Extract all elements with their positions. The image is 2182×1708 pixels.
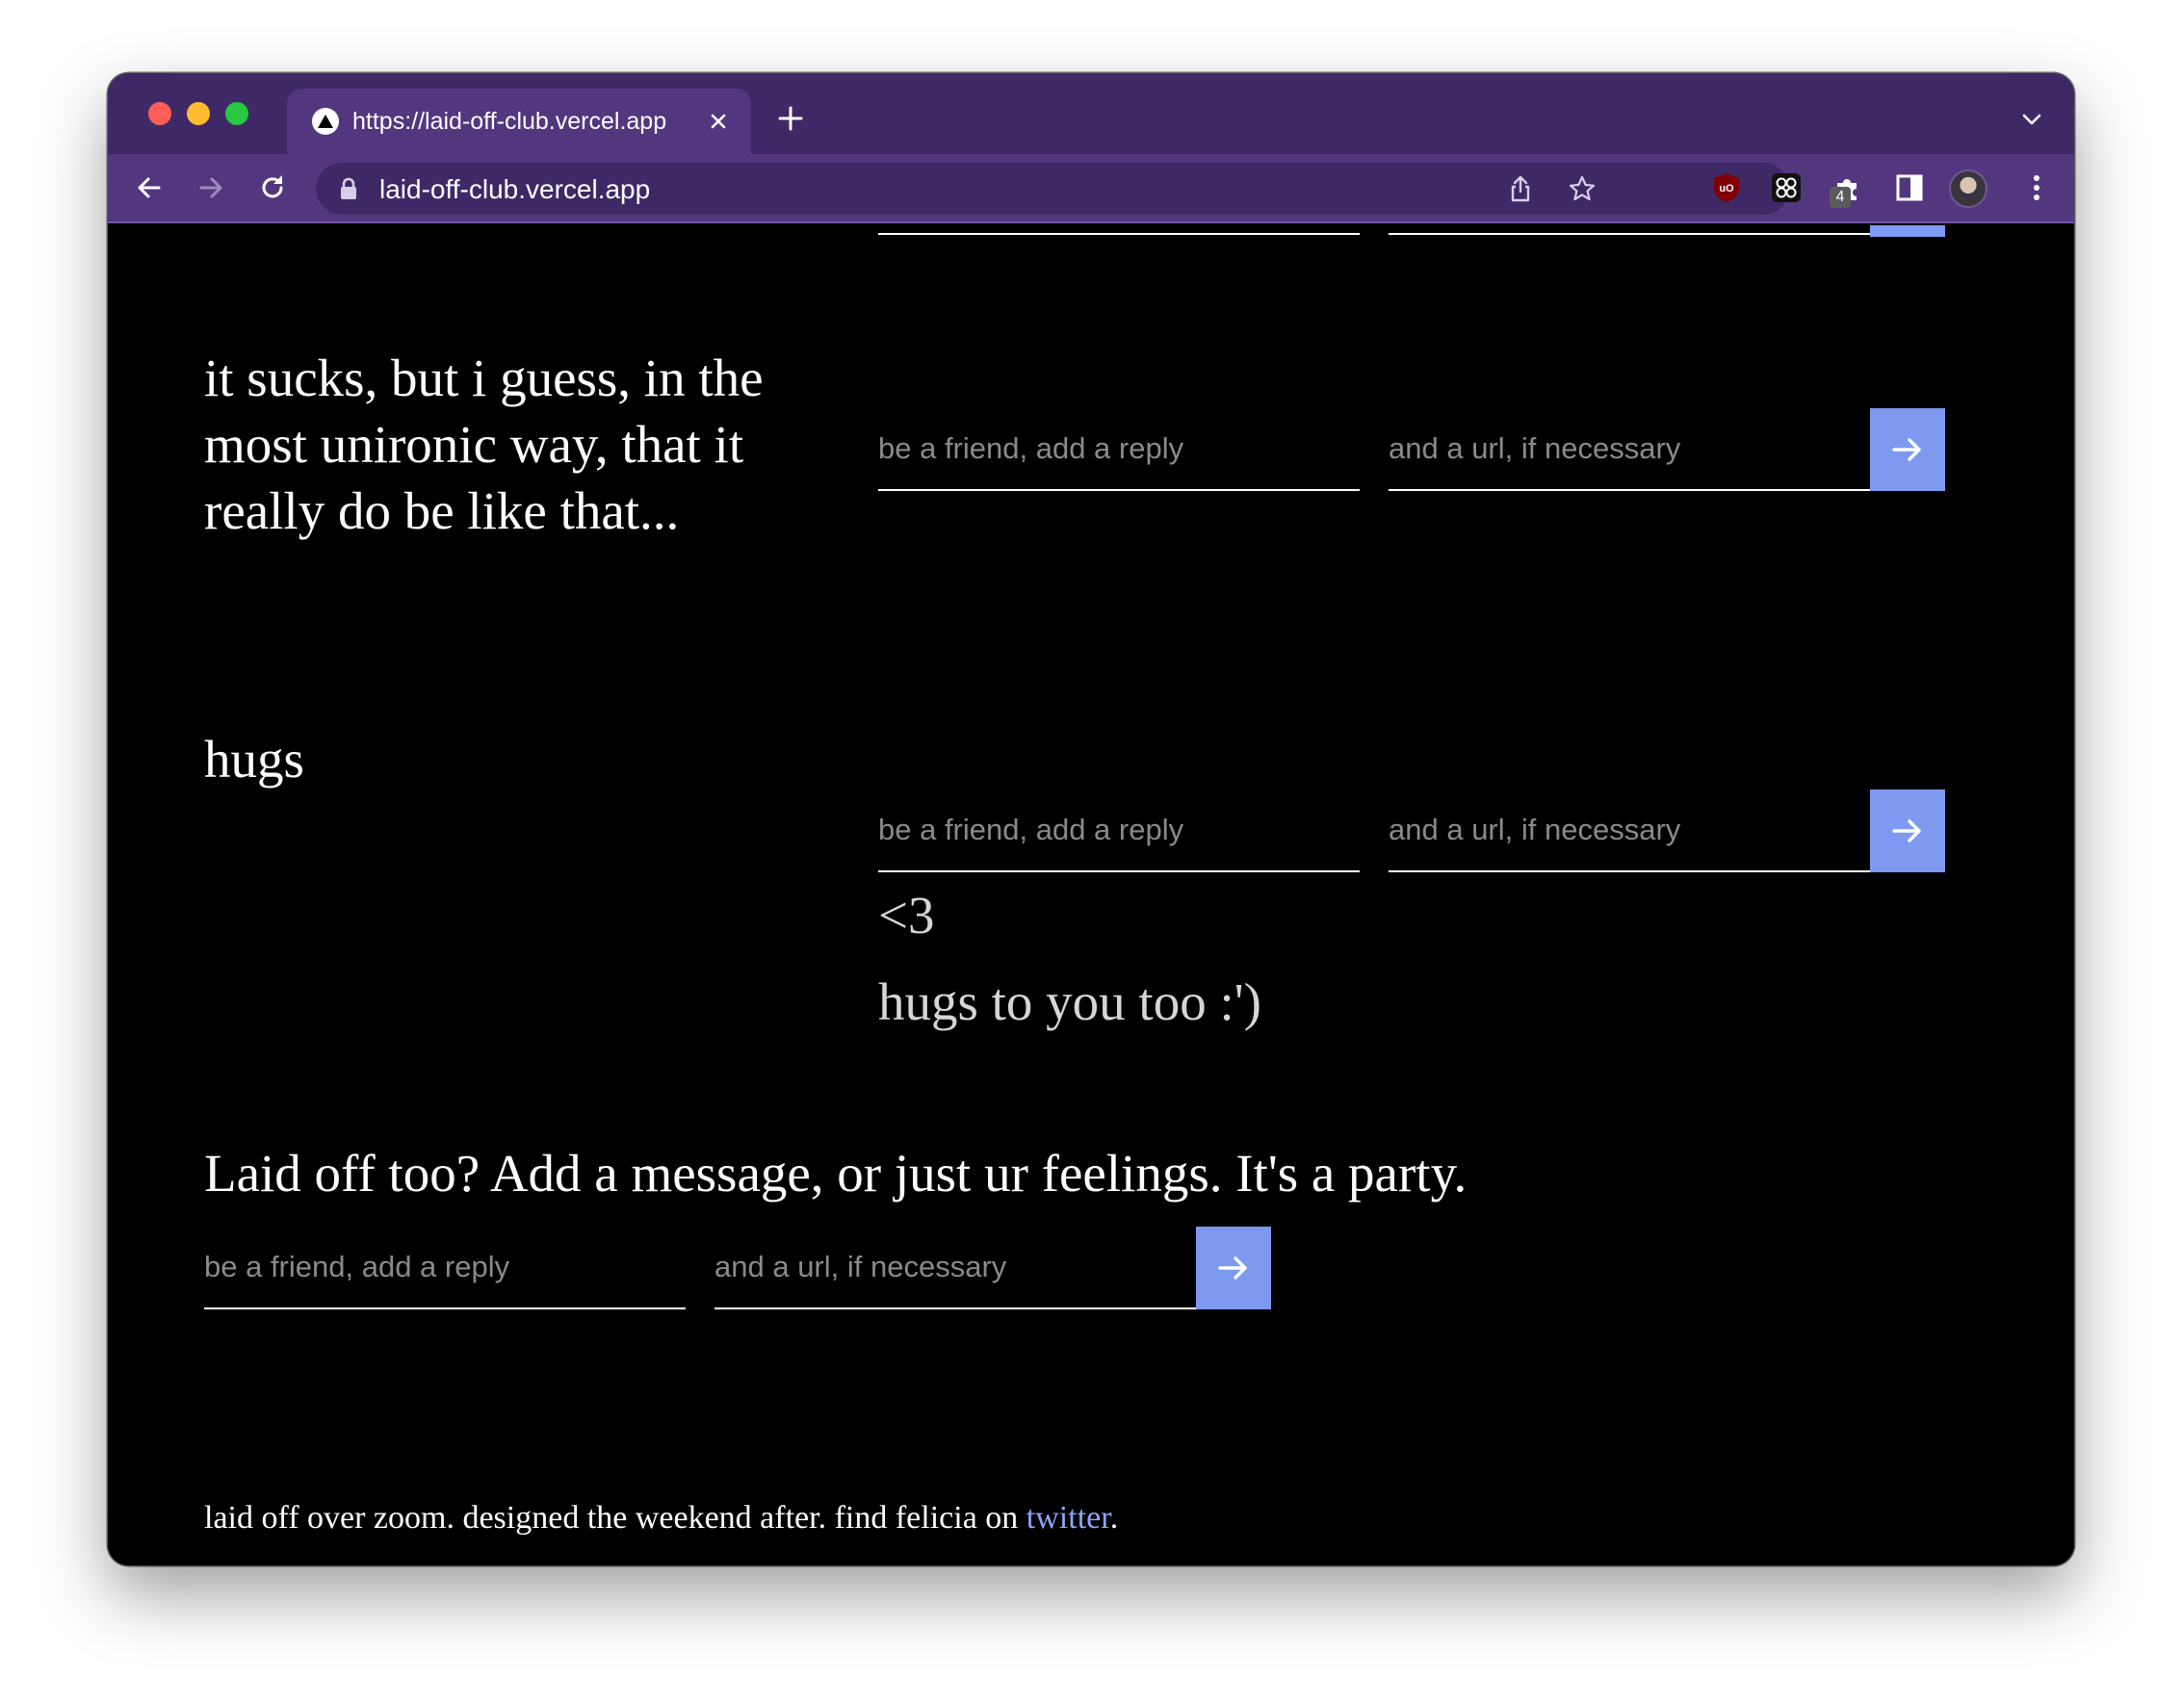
url-text: laid-off-club.vercel.app bbox=[379, 174, 651, 204]
post-text: hugs bbox=[204, 730, 304, 789]
tab-strip: https://laid-off-club.vercel.app bbox=[108, 73, 2074, 154]
compose-url-input[interactable] bbox=[714, 1227, 1196, 1307]
footer: laid off over zoom. designed the weekend… bbox=[204, 1498, 1118, 1539]
footer-text: laid off over zoom. designed the weekend… bbox=[204, 1500, 1019, 1536]
url-field-partial[interactable] bbox=[1389, 225, 1870, 235]
footer-suffix: . bbox=[1109, 1500, 1119, 1536]
kebab-menu-icon[interactable] bbox=[2020, 171, 2053, 204]
share-icon[interactable] bbox=[1506, 174, 1535, 203]
forward-arrow-icon[interactable] bbox=[195, 171, 227, 204]
vercel-triangle-icon bbox=[312, 108, 339, 135]
url-field[interactable] bbox=[1389, 789, 1870, 872]
reply-text: <3 bbox=[878, 886, 935, 945]
reply-input[interactable] bbox=[878, 408, 1360, 489]
url-input[interactable] bbox=[1389, 408, 1870, 489]
reply-field[interactable] bbox=[878, 408, 1360, 491]
star-icon[interactable] bbox=[1568, 174, 1597, 203]
twitter-link[interactable]: twitter bbox=[1026, 1500, 1110, 1536]
svg-text:uO: uO bbox=[1719, 183, 1734, 194]
zoom-window-button[interactable] bbox=[225, 102, 248, 125]
ublock-icon[interactable]: uO bbox=[1710, 171, 1743, 204]
close-icon[interactable] bbox=[707, 110, 730, 133]
submit-button-partial[interactable] bbox=[1870, 225, 1945, 237]
page-content: it sucks, but i guess, in the most uniro… bbox=[108, 225, 2074, 1566]
grid-extension-icon[interactable] bbox=[1770, 171, 1803, 204]
url-input[interactable] bbox=[1389, 789, 1870, 870]
reload-icon[interactable] bbox=[256, 171, 289, 204]
compose-heading: Laid off too? Add a message, or just ur … bbox=[204, 1144, 1468, 1203]
minimize-window-button[interactable] bbox=[187, 102, 210, 125]
browser-window: https://laid-off-club.vercel.app laid-of… bbox=[108, 73, 2074, 1566]
arrow-right-icon bbox=[1892, 438, 1921, 461]
reply-field[interactable] bbox=[878, 789, 1360, 872]
active-tab[interactable]: https://laid-off-club.vercel.app bbox=[287, 89, 751, 154]
avatar[interactable] bbox=[1949, 169, 1987, 208]
submit-reply-button[interactable] bbox=[1870, 408, 1945, 491]
compose-message-field[interactable] bbox=[204, 1227, 686, 1309]
submit-message-button[interactable] bbox=[1196, 1227, 1271, 1309]
chevron-down-icon[interactable] bbox=[2020, 110, 2043, 129]
address-bar[interactable]: laid-off-club.vercel.app bbox=[316, 163, 1789, 215]
plus-icon[interactable] bbox=[776, 104, 805, 133]
url-field[interactable] bbox=[1389, 408, 1870, 491]
close-window-button[interactable] bbox=[148, 102, 171, 125]
submit-reply-button[interactable] bbox=[1870, 789, 1945, 872]
side-panel-icon[interactable] bbox=[1893, 171, 1926, 204]
arrow-right-icon bbox=[1218, 1256, 1247, 1280]
reply-text: hugs to you too :') bbox=[878, 972, 1261, 1031]
reply-input[interactable] bbox=[878, 789, 1360, 870]
tab-title: https://laid-off-club.vercel.app bbox=[352, 108, 667, 135]
post-text: it sucks, but i guess, in the most uniro… bbox=[204, 349, 764, 540]
compose-url-field[interactable] bbox=[714, 1227, 1196, 1309]
back-arrow-icon[interactable] bbox=[133, 171, 166, 204]
reply-field-partial[interactable] bbox=[878, 225, 1360, 235]
ublock-badge: 4 bbox=[1830, 187, 1851, 208]
browser-toolbar: laid-off-club.vercel.app uO bbox=[108, 154, 2074, 223]
compose-message-input[interactable] bbox=[204, 1227, 686, 1307]
lock-icon bbox=[339, 177, 358, 200]
arrow-right-icon bbox=[1892, 819, 1921, 842]
